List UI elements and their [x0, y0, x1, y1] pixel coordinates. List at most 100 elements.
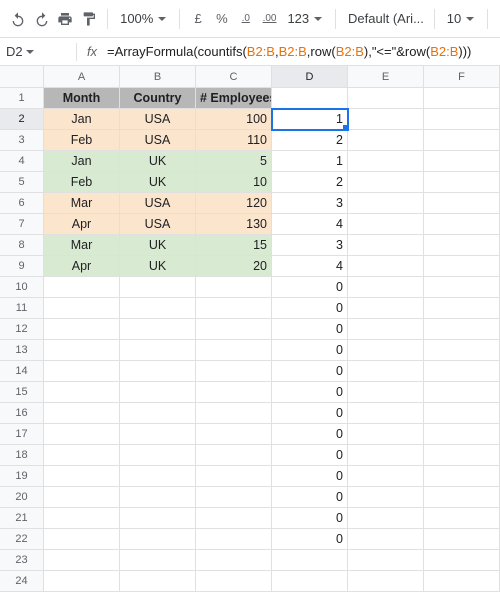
cell-F18[interactable]: [424, 445, 500, 466]
cell-B15[interactable]: [120, 382, 196, 403]
cell-E24[interactable]: [348, 571, 424, 592]
cell-F10[interactable]: [424, 277, 500, 298]
increase-decimal-button[interactable]: .00: [260, 8, 280, 30]
cell-F11[interactable]: [424, 298, 500, 319]
cell-B12[interactable]: [120, 319, 196, 340]
cell-D17[interactable]: 0: [272, 424, 348, 445]
cell-E3[interactable]: [348, 130, 424, 151]
cell-E11[interactable]: [348, 298, 424, 319]
cell-A7[interactable]: Apr: [44, 214, 120, 235]
cell-A6[interactable]: Mar: [44, 193, 120, 214]
cell-C4[interactable]: 5: [196, 151, 272, 172]
cell-C12[interactable]: [196, 319, 272, 340]
cell-E13[interactable]: [348, 340, 424, 361]
row-header-14[interactable]: 14: [0, 361, 44, 382]
cell-C19[interactable]: [196, 466, 272, 487]
row-header-15[interactable]: 15: [0, 382, 44, 403]
column-header-D[interactable]: D: [272, 66, 348, 88]
row-header-19[interactable]: 19: [0, 466, 44, 487]
cell-E20[interactable]: [348, 487, 424, 508]
select-all-corner[interactable]: [0, 66, 44, 88]
row-header-9[interactable]: 9: [0, 256, 44, 277]
cell-B19[interactable]: [120, 466, 196, 487]
cell-D4[interactable]: 1: [272, 151, 348, 172]
cell-C11[interactable]: [196, 298, 272, 319]
cell-B23[interactable]: [120, 550, 196, 571]
cell-C1[interactable]: # Employees: [196, 88, 272, 109]
cell-C13[interactable]: [196, 340, 272, 361]
cell-B14[interactable]: [120, 361, 196, 382]
cell-D11[interactable]: 0: [272, 298, 348, 319]
cell-E17[interactable]: [348, 424, 424, 445]
cell-F22[interactable]: [424, 529, 500, 550]
cell-F1[interactable]: [424, 88, 500, 109]
cell-D15[interactable]: 0: [272, 382, 348, 403]
cell-A17[interactable]: [44, 424, 120, 445]
cell-A19[interactable]: [44, 466, 120, 487]
cell-C6[interactable]: 120: [196, 193, 272, 214]
cell-C18[interactable]: [196, 445, 272, 466]
cell-F4[interactable]: [424, 151, 500, 172]
cell-D3[interactable]: 2: [272, 130, 348, 151]
cell-E16[interactable]: [348, 403, 424, 424]
cell-F19[interactable]: [424, 466, 500, 487]
cell-A4[interactable]: Jan: [44, 151, 120, 172]
row-header-13[interactable]: 13: [0, 340, 44, 361]
row-header-18[interactable]: 18: [0, 445, 44, 466]
cell-D22[interactable]: 0: [272, 529, 348, 550]
cell-B5[interactable]: UK: [120, 172, 196, 193]
cell-F23[interactable]: [424, 550, 500, 571]
percent-button[interactable]: %: [212, 8, 232, 30]
paint-format-icon[interactable]: [79, 8, 99, 30]
cell-C20[interactable]: [196, 487, 272, 508]
cell-A20[interactable]: [44, 487, 120, 508]
cell-A23[interactable]: [44, 550, 120, 571]
cell-B20[interactable]: [120, 487, 196, 508]
cell-B3[interactable]: USA: [120, 130, 196, 151]
cell-E10[interactable]: [348, 277, 424, 298]
cell-B16[interactable]: [120, 403, 196, 424]
row-header-7[interactable]: 7: [0, 214, 44, 235]
cell-C9[interactable]: 20: [196, 256, 272, 277]
cell-F12[interactable]: [424, 319, 500, 340]
cell-D1[interactable]: [272, 88, 348, 109]
cell-D2[interactable]: 1: [272, 109, 348, 130]
cell-B10[interactable]: [120, 277, 196, 298]
row-header-12[interactable]: 12: [0, 319, 44, 340]
cell-E12[interactable]: [348, 319, 424, 340]
cell-E21[interactable]: [348, 508, 424, 529]
column-header-B[interactable]: B: [120, 66, 196, 88]
cell-E18[interactable]: [348, 445, 424, 466]
cell-E4[interactable]: [348, 151, 424, 172]
cell-B11[interactable]: [120, 298, 196, 319]
font-family-dropdown[interactable]: Default (Ari...: [344, 8, 426, 30]
cell-D6[interactable]: 3: [272, 193, 348, 214]
row-header-2[interactable]: 2: [0, 109, 44, 130]
cell-B13[interactable]: [120, 340, 196, 361]
cell-E8[interactable]: [348, 235, 424, 256]
cell-A8[interactable]: Mar: [44, 235, 120, 256]
redo-icon[interactable]: [32, 8, 52, 30]
column-header-E[interactable]: E: [348, 66, 424, 88]
row-header-11[interactable]: 11: [0, 298, 44, 319]
row-header-16[interactable]: 16: [0, 403, 44, 424]
cell-C16[interactable]: [196, 403, 272, 424]
cell-F6[interactable]: [424, 193, 500, 214]
row-header-24[interactable]: 24: [0, 571, 44, 592]
cell-F5[interactable]: [424, 172, 500, 193]
name-box[interactable]: D2: [6, 44, 70, 59]
cell-D7[interactable]: 4: [272, 214, 348, 235]
cell-D16[interactable]: 0: [272, 403, 348, 424]
cell-C23[interactable]: [196, 550, 272, 571]
row-header-21[interactable]: 21: [0, 508, 44, 529]
cell-B17[interactable]: [120, 424, 196, 445]
cell-B21[interactable]: [120, 508, 196, 529]
cell-A12[interactable]: [44, 319, 120, 340]
column-header-F[interactable]: F: [424, 66, 500, 88]
row-header-6[interactable]: 6: [0, 193, 44, 214]
cell-B6[interactable]: USA: [120, 193, 196, 214]
cell-D5[interactable]: 2: [272, 172, 348, 193]
cell-D19[interactable]: 0: [272, 466, 348, 487]
cell-E5[interactable]: [348, 172, 424, 193]
cell-B4[interactable]: UK: [120, 151, 196, 172]
